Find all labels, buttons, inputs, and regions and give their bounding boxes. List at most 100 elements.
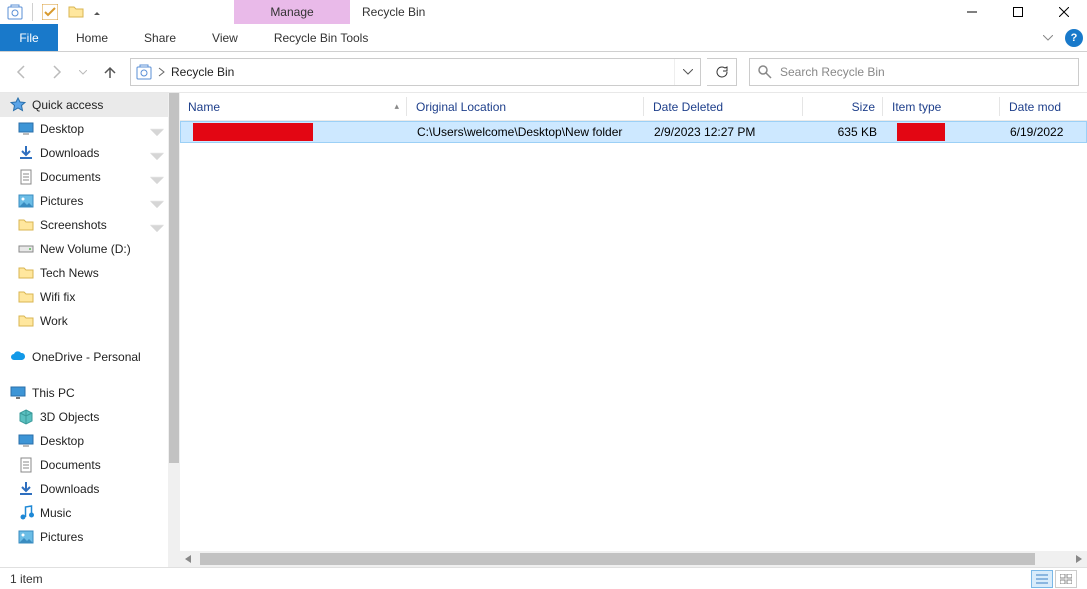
column-date-modified[interactable]: Date mod [1001, 93, 1087, 120]
view-details-button[interactable] [1031, 570, 1053, 588]
address-icon [131, 64, 157, 80]
qat-select-icon[interactable] [38, 1, 62, 23]
status-bar: 1 item [0, 567, 1087, 589]
sidebar-item-pc-music[interactable]: Music [0, 501, 168, 525]
tab-recycle-bin-tools[interactable]: Recycle Bin Tools [256, 24, 387, 51]
list-item[interactable]: C:\Users\welcome\Desktop\New folder 2/9/… [180, 121, 1087, 143]
sidebar-scrollbar[interactable] [168, 93, 180, 567]
star-icon [10, 97, 26, 113]
sidebar-item-downloads[interactable]: Downloads [0, 141, 168, 165]
address-bar[interactable]: Recycle Bin [130, 58, 701, 86]
column-date-deleted[interactable]: Date Deleted [645, 93, 804, 120]
tab-view[interactable]: View [194, 24, 256, 51]
item-count: 1 item [10, 572, 43, 586]
column-size[interactable]: Size [804, 93, 884, 120]
document-icon [18, 457, 34, 473]
scroll-right-icon[interactable] [1071, 555, 1087, 563]
chevron-right-icon [157, 67, 165, 77]
quick-access-toolbar [0, 1, 104, 23]
sidebar-item-pc-pictures[interactable]: Pictures [0, 525, 168, 549]
cell-location: C:\Users\welcome\Desktop\New folder [409, 125, 646, 139]
folder-icon [18, 265, 34, 281]
cell-deleted: 2/9/2023 12:27 PM [646, 125, 805, 139]
download-icon [18, 145, 34, 161]
redacted-name [193, 123, 313, 141]
qat-customize-chevron[interactable] [90, 1, 104, 23]
address-history-dropdown[interactable] [674, 59, 700, 85]
forward-button[interactable] [42, 58, 70, 86]
expand-ribbon-chevron[interactable] [1037, 35, 1059, 41]
quick-access-label: Quick access [32, 98, 103, 112]
redacted-type [897, 123, 945, 141]
file-list: Name▴ Original Location Date Deleted Siz… [180, 93, 1087, 567]
cell-type [885, 121, 1002, 143]
sidebar-item-pc-desktop[interactable]: Desktop [0, 429, 168, 453]
desktop-icon [18, 433, 34, 449]
search-box[interactable] [749, 58, 1079, 86]
sidebar-item-wififix[interactable]: Wifi fix [0, 285, 168, 309]
sidebar-item-pc-documents[interactable]: Documents [0, 453, 168, 477]
desktop-icon [18, 121, 34, 137]
folder-icon [18, 289, 34, 305]
sidebar-onedrive[interactable]: OneDrive - Personal [0, 345, 168, 369]
sidebar-item-technews[interactable]: Tech News [0, 261, 168, 285]
scroll-thumb[interactable] [200, 553, 1035, 565]
drive-icon [18, 241, 34, 257]
help-button[interactable]: ? [1065, 29, 1083, 47]
title-bar: Manage Recycle Bin [0, 0, 1087, 24]
refresh-button[interactable] [707, 58, 737, 86]
window-controls [949, 0, 1087, 24]
column-item-type[interactable]: Item type [884, 93, 1001, 120]
file-tab[interactable]: File [0, 24, 58, 51]
thispc-icon [10, 385, 26, 401]
cell-name [181, 121, 409, 143]
search-icon [750, 64, 780, 80]
sidebar-item-screenshots[interactable]: Screenshots [0, 213, 168, 237]
sidebar-item-pictures[interactable]: Pictures [0, 189, 168, 213]
sidebar-thispc[interactable]: This PC [0, 381, 168, 405]
recent-dropdown[interactable] [76, 58, 90, 86]
qat-properties-icon[interactable] [3, 1, 27, 23]
separator [32, 3, 33, 21]
scroll-thumb[interactable] [169, 93, 179, 463]
sidebar-item-desktop[interactable]: Desktop [0, 117, 168, 141]
sidebar-item-3dobjects[interactable]: 3D Objects [0, 405, 168, 429]
back-button[interactable] [8, 58, 36, 86]
maximize-button[interactable] [995, 0, 1041, 24]
tab-share[interactable]: Share [126, 24, 194, 51]
search-input[interactable] [780, 65, 1078, 79]
sidebar-item-work[interactable]: Work [0, 309, 168, 333]
music-icon [18, 505, 34, 521]
minimize-button[interactable] [949, 0, 995, 24]
sort-indicator-icon: ▴ [394, 101, 399, 112]
download-icon [18, 481, 34, 497]
folder-icon [18, 217, 34, 233]
qat-newfolder-icon[interactable] [64, 1, 88, 23]
ribbon: File Home Share View Recycle Bin Tools ? [0, 24, 1087, 52]
navigation-pane: Quick access Desktop Downloads Documents… [0, 93, 180, 567]
sidebar-quick-access[interactable]: Quick access [0, 93, 168, 117]
pictures-icon [18, 529, 34, 545]
sidebar-item-pc-downloads[interactable]: Downloads [0, 477, 168, 501]
pictures-icon [18, 193, 34, 209]
context-tab-manage[interactable]: Manage [234, 0, 350, 24]
3d-icon [18, 409, 34, 425]
document-icon [18, 169, 34, 185]
breadcrumb-location[interactable]: Recycle Bin [165, 65, 240, 79]
up-button[interactable] [96, 58, 124, 86]
sidebar-item-documents[interactable]: Documents [0, 165, 168, 189]
scroll-track[interactable] [196, 551, 1071, 567]
column-name[interactable]: Name▴ [180, 93, 408, 120]
view-icons-button[interactable] [1055, 570, 1077, 588]
folder-icon [18, 313, 34, 329]
cell-modified: 6/19/2022 [1002, 125, 1086, 139]
column-headers: Name▴ Original Location Date Deleted Siz… [180, 93, 1087, 121]
window-title: Recycle Bin [362, 5, 425, 19]
column-original-location[interactable]: Original Location [408, 93, 645, 120]
tab-home[interactable]: Home [58, 24, 126, 51]
close-button[interactable] [1041, 0, 1087, 24]
horizontal-scrollbar[interactable] [180, 551, 1087, 567]
navigation-bar: Recycle Bin [0, 52, 1087, 92]
sidebar-item-newvolume[interactable]: New Volume (D:) [0, 237, 168, 261]
scroll-left-icon[interactable] [180, 555, 196, 563]
